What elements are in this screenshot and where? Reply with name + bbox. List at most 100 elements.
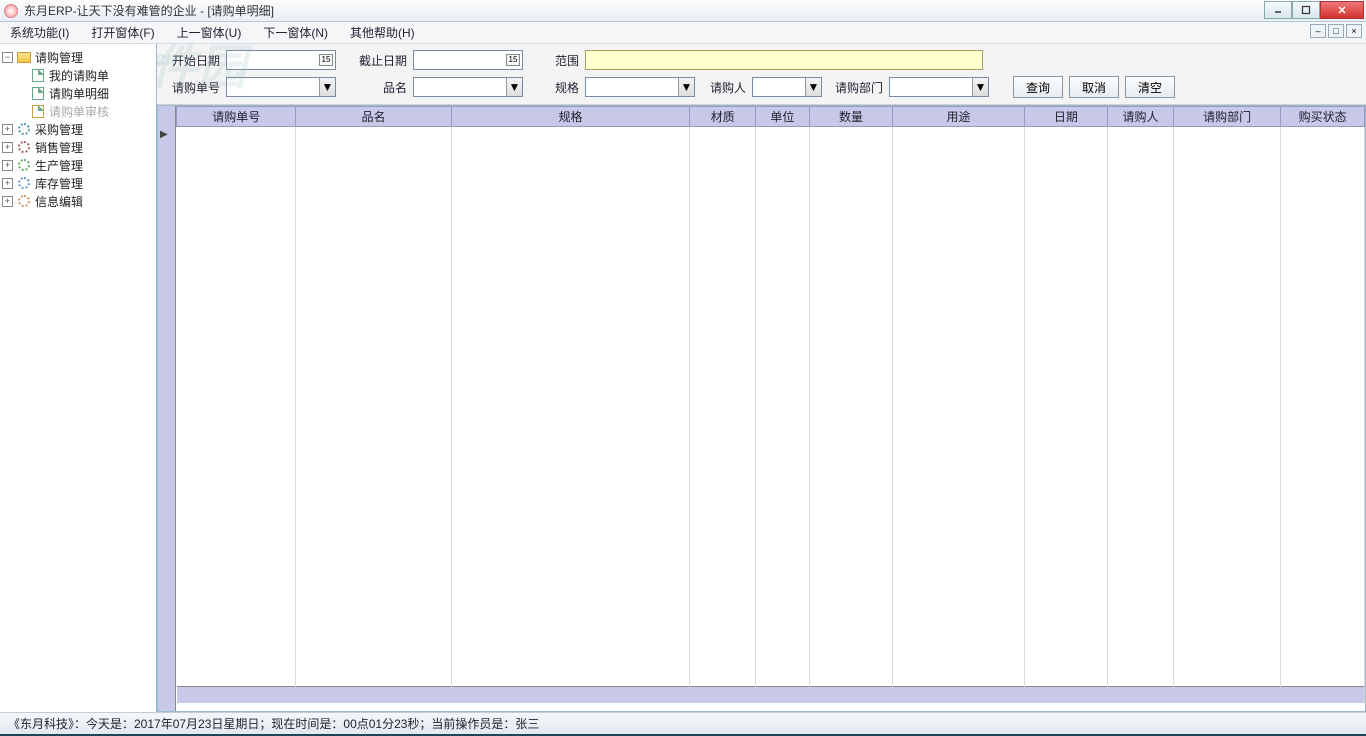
tree-node-inventory-mgmt[interactable]: + 库存管理 [2,174,154,192]
filter-row-2: 请购单号 ▼ 品名 ▼ 规格 ▼ 请购人 ▼ 请购部门 ▼ 查询 取消 清空 [165,76,1358,98]
clear-button[interactable]: 清空 [1125,76,1175,98]
window-controls [1264,1,1364,21]
document-icon [30,104,46,118]
tree-label: 库存管理 [35,175,83,192]
main-area: − 请购管理 我的请购单 请购单明细 请购单审核 + 采购管理 [0,44,1366,712]
menu-open-window[interactable]: 打开窗体(F) [89,22,156,43]
col-request-no[interactable]: 请购单号 [177,107,296,127]
start-date-label: 开始日期 [165,52,220,69]
expand-icon[interactable]: + [2,178,13,189]
tree-label: 请购单审核 [49,103,109,120]
maximize-button[interactable] [1292,1,1320,19]
calendar-icon[interactable]: 15 [506,54,520,66]
col-quantity[interactable]: 数量 [809,107,893,127]
col-unit[interactable]: 单位 [756,107,810,127]
col-material[interactable]: 材质 [690,107,756,127]
expand-icon[interactable]: + [2,196,13,207]
filter-panel: 开始日期 15 截止日期 15 范围 请购单号 ▼ 品名 ▼ 规格 ▼ 请购人 … [157,44,1366,105]
nav-tree: − 请购管理 我的请购单 请购单明细 请购单审核 + 采购管理 [0,44,156,214]
tree-node-my-request[interactable]: 我的请购单 [2,66,154,84]
grid-table: 请购单号 品名 规格 材质 单位 数量 用途 日期 请购人 请购部门 购买状态 [176,106,1365,703]
tree-label: 信息编辑 [35,193,83,210]
spec-label: 规格 [539,79,579,96]
col-buy-status[interactable]: 购买状态 [1281,107,1365,127]
chevron-down-icon[interactable]: ▼ [972,78,988,96]
grid-scroll[interactable]: 请购单号 品名 规格 材质 单位 数量 用途 日期 请购人 请购部门 购买状态 [176,106,1365,711]
tree-node-sales-mgmt[interactable]: + 销售管理 [2,138,154,156]
mdi-close-button[interactable]: × [1346,24,1362,38]
tree-label: 请购单明细 [49,85,109,102]
start-date-input[interactable]: 15 [226,50,336,70]
end-date-label: 截止日期 [352,52,407,69]
requester-label: 请购人 [701,79,746,96]
spec-combo[interactable]: ▼ [585,77,695,97]
status-bar: 《东月科技》：今天是：2017年07月23日星期日；现在时间是：00点01分23… [0,712,1366,734]
menu-bar: 系统功能(I) 打开窗体(F) 上一窗体(U) 下一窗体(N) 其他帮助(H) … [0,22,1366,44]
expand-icon[interactable]: + [2,124,13,135]
menu-system[interactable]: 系统功能(I) [8,22,71,43]
chevron-down-icon[interactable]: ▼ [678,78,694,96]
tree-node-request-mgmt[interactable]: − 请购管理 [2,48,154,66]
document-icon [30,68,46,82]
module-icon [16,194,32,208]
tree-node-info-edit[interactable]: + 信息编辑 [2,192,154,210]
chevron-down-icon[interactable]: ▼ [506,78,522,96]
tree-node-request-audit[interactable]: 请购单审核 [2,102,154,120]
product-name-label: 品名 [352,79,407,96]
tree-node-purchase-mgmt[interactable]: + 采购管理 [2,120,154,138]
close-button[interactable] [1320,1,1364,19]
request-no-combo[interactable]: ▼ [226,77,336,97]
status-text: 《东月科技》：今天是：2017年07月23日星期日；现在时间是：00点01分23… [8,715,539,732]
collapse-icon[interactable]: − [2,52,13,63]
app-icon [4,4,18,18]
mdi-controls: – □ × [1310,24,1362,38]
minimize-button[interactable] [1264,1,1292,19]
end-date-input[interactable]: 15 [413,50,523,70]
folder-icon [16,50,32,64]
row-pointer-icon: ▶ [160,129,168,140]
product-name-combo[interactable]: ▼ [413,77,523,97]
mdi-restore-button[interactable]: □ [1328,24,1344,38]
grid-row-gutter [158,106,176,711]
calendar-icon[interactable]: 15 [319,54,333,66]
tree-label: 生产管理 [35,157,83,174]
grid-header-row: 请购单号 品名 规格 材质 单位 数量 用途 日期 请购人 请购部门 购买状态 [177,107,1365,127]
window-title: 东月ERP-让天下没有难管的企业 - [请购单明细] [24,2,1264,19]
menu-other-help[interactable]: 其他帮助(H) [348,22,417,43]
tree-node-request-detail[interactable]: 请购单明细 [2,84,154,102]
document-icon [30,86,46,100]
expand-icon[interactable]: + [2,160,13,171]
col-usage[interactable]: 用途 [893,107,1024,127]
expand-icon[interactable]: + [2,142,13,153]
sidebar: − 请购管理 我的请购单 请购单明细 请购单审核 + 采购管理 [0,44,157,712]
module-icon [16,122,32,136]
menu-prev-window[interactable]: 上一窗体(U) [175,22,244,43]
tree-label: 销售管理 [35,139,83,156]
cancel-button[interactable]: 取消 [1069,76,1119,98]
mdi-minimize-button[interactable]: – [1310,24,1326,38]
col-requester[interactable]: 请购人 [1108,107,1174,127]
module-icon [16,176,32,190]
title-bar: 东月ERP-让天下没有难管的企业 - [请购单明细] [0,0,1366,22]
tree-label: 采购管理 [35,121,83,138]
tree-node-production-mgmt[interactable]: + 生产管理 [2,156,154,174]
col-date[interactable]: 日期 [1024,107,1108,127]
request-dept-label: 请购部门 [828,79,883,96]
filter-row-1: 开始日期 15 截止日期 15 范围 [165,50,1358,70]
module-icon [16,158,32,172]
col-request-dept[interactable]: 请购部门 [1173,107,1280,127]
chevron-down-icon[interactable]: ▼ [319,78,335,96]
tree-label: 我的请购单 [49,67,109,84]
request-dept-combo[interactable]: ▼ [889,77,989,97]
query-button[interactable]: 查询 [1013,76,1063,98]
tree-label: 请购管理 [35,49,83,66]
scope-input[interactable] [585,50,983,70]
requester-combo[interactable]: ▼ [752,77,822,97]
col-product-name[interactable]: 品名 [296,107,451,127]
grid-footer-row [177,687,1365,703]
chevron-down-icon[interactable]: ▼ [805,78,821,96]
scope-label: 范围 [539,52,579,69]
col-spec[interactable]: 规格 [451,107,690,127]
table-row[interactable] [177,127,1365,687]
menu-next-window[interactable]: 下一窗体(N) [261,22,330,43]
